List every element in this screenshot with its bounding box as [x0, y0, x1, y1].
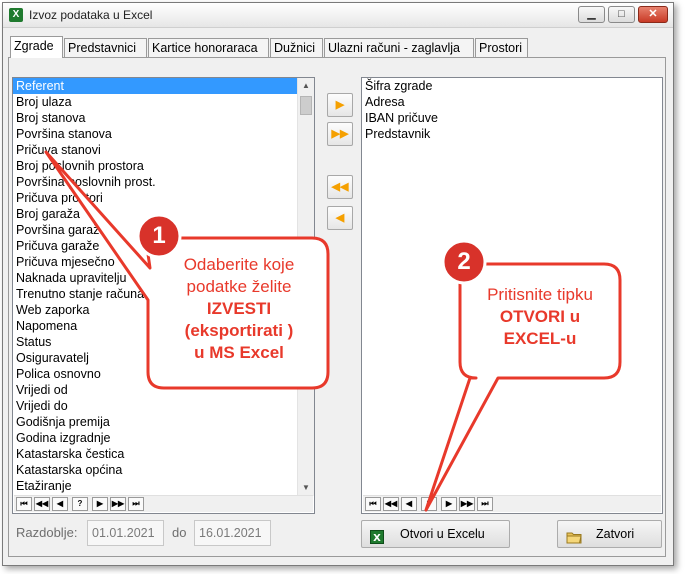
- callout-1-bold-3: u MS Excel: [194, 343, 284, 362]
- callout-1-text: Odaberite koje podatke želite IZVESTI (e…: [160, 254, 318, 364]
- callout-2-text: Pritisnite tipku OTVORI u EXCEL-u: [466, 284, 614, 350]
- callout-1-bold-1: IZVESTI: [206, 299, 272, 318]
- callout-1-line-2: podatke želite: [186, 277, 292, 296]
- callout-2-line-1: Pritisnite tipku: [487, 285, 593, 304]
- tab-zgrade[interactable]: Zgrade: [10, 36, 63, 58]
- callout-1-number: 1: [152, 222, 166, 249]
- callout-1-line-1: Odaberite koje: [183, 255, 295, 274]
- callout-2-number: 2: [457, 248, 471, 275]
- callout-1-bold-2: (eksportirati ): [184, 321, 294, 340]
- callout-2-bold-1: OTVORI u: [499, 307, 581, 326]
- callout-2-bold-2: EXCEL-u: [503, 329, 577, 348]
